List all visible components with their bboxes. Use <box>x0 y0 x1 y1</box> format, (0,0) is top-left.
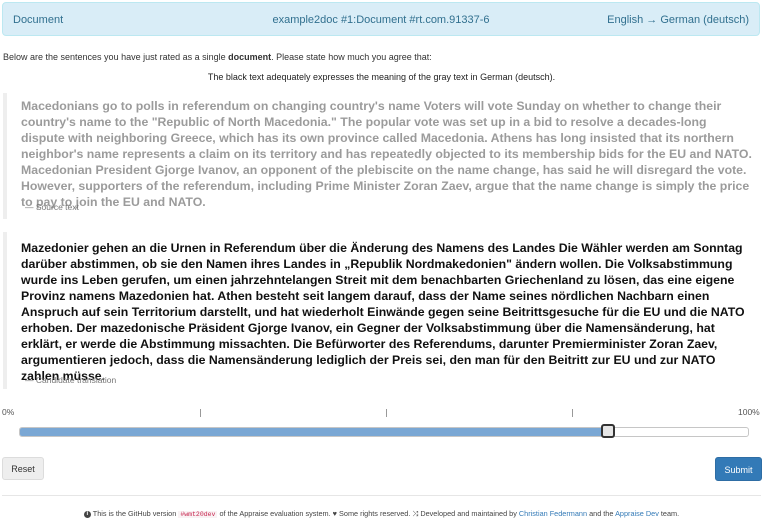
footer: i This is the GitHub version #wmt20dev o… <box>0 509 763 519</box>
task-header: Document example2doc #1:Document #rt.com… <box>2 2 760 36</box>
slider-handle[interactable] <box>601 424 616 438</box>
intro-text: Below are the sentences you have just ra… <box>3 52 432 62</box>
footer-text: of the Appraise evaluation system. <box>219 509 331 518</box>
intro-bold: document <box>228 52 272 62</box>
footer-text: This is the GitHub version <box>92 509 177 518</box>
heart-icon: ♥ <box>332 509 337 518</box>
intro-after: . Please state how much you agree that: <box>271 52 432 62</box>
author-link[interactable]: Christian Federmann <box>519 509 587 518</box>
random-icon: ⤨ <box>412 509 419 518</box>
info-circle-icon: i <box>83 510 91 518</box>
slider-fill <box>20 428 609 436</box>
intro-before: Below are the sentences you have just ra… <box>3 52 229 62</box>
candidate-caption: — Candidate translation <box>25 375 117 385</box>
candidate-text: Mazedonier gehen an die Urnen in Referen… <box>21 241 745 383</box>
version-code: #wmt20dev <box>178 511 218 518</box>
footer-text: team. <box>660 509 680 518</box>
source-caption: — Source text <box>25 202 79 212</box>
rating-slider[interactable] <box>19 424 749 438</box>
reset-button[interactable]: Reset <box>2 457 44 480</box>
submit-button[interactable]: Submit <box>715 457 762 481</box>
footer-text: Developed and maintained by <box>420 509 517 518</box>
slider-min-label: 0% <box>2 407 15 417</box>
slider-tick <box>572 409 573 417</box>
footer-text: Some rights reserved. <box>339 509 411 518</box>
header-language-pair: English → German (deutsch) <box>607 14 749 26</box>
team-link[interactable]: Appraise Dev <box>615 509 659 518</box>
candidate-text-block: Mazedonier gehen an die Urnen in Referen… <box>3 232 756 389</box>
source-text: Macedonians go to polls in referendum on… <box>21 99 752 209</box>
slider-tick <box>386 409 387 417</box>
source-text-block: Macedonians go to polls in referendum on… <box>3 93 756 219</box>
slider-max-label: 100% <box>738 407 760 417</box>
footer-text: and the <box>589 509 614 518</box>
footer-divider <box>2 495 761 496</box>
slider-tick <box>200 409 201 417</box>
rating-instruction: The black text adequately expresses the … <box>207 72 556 82</box>
